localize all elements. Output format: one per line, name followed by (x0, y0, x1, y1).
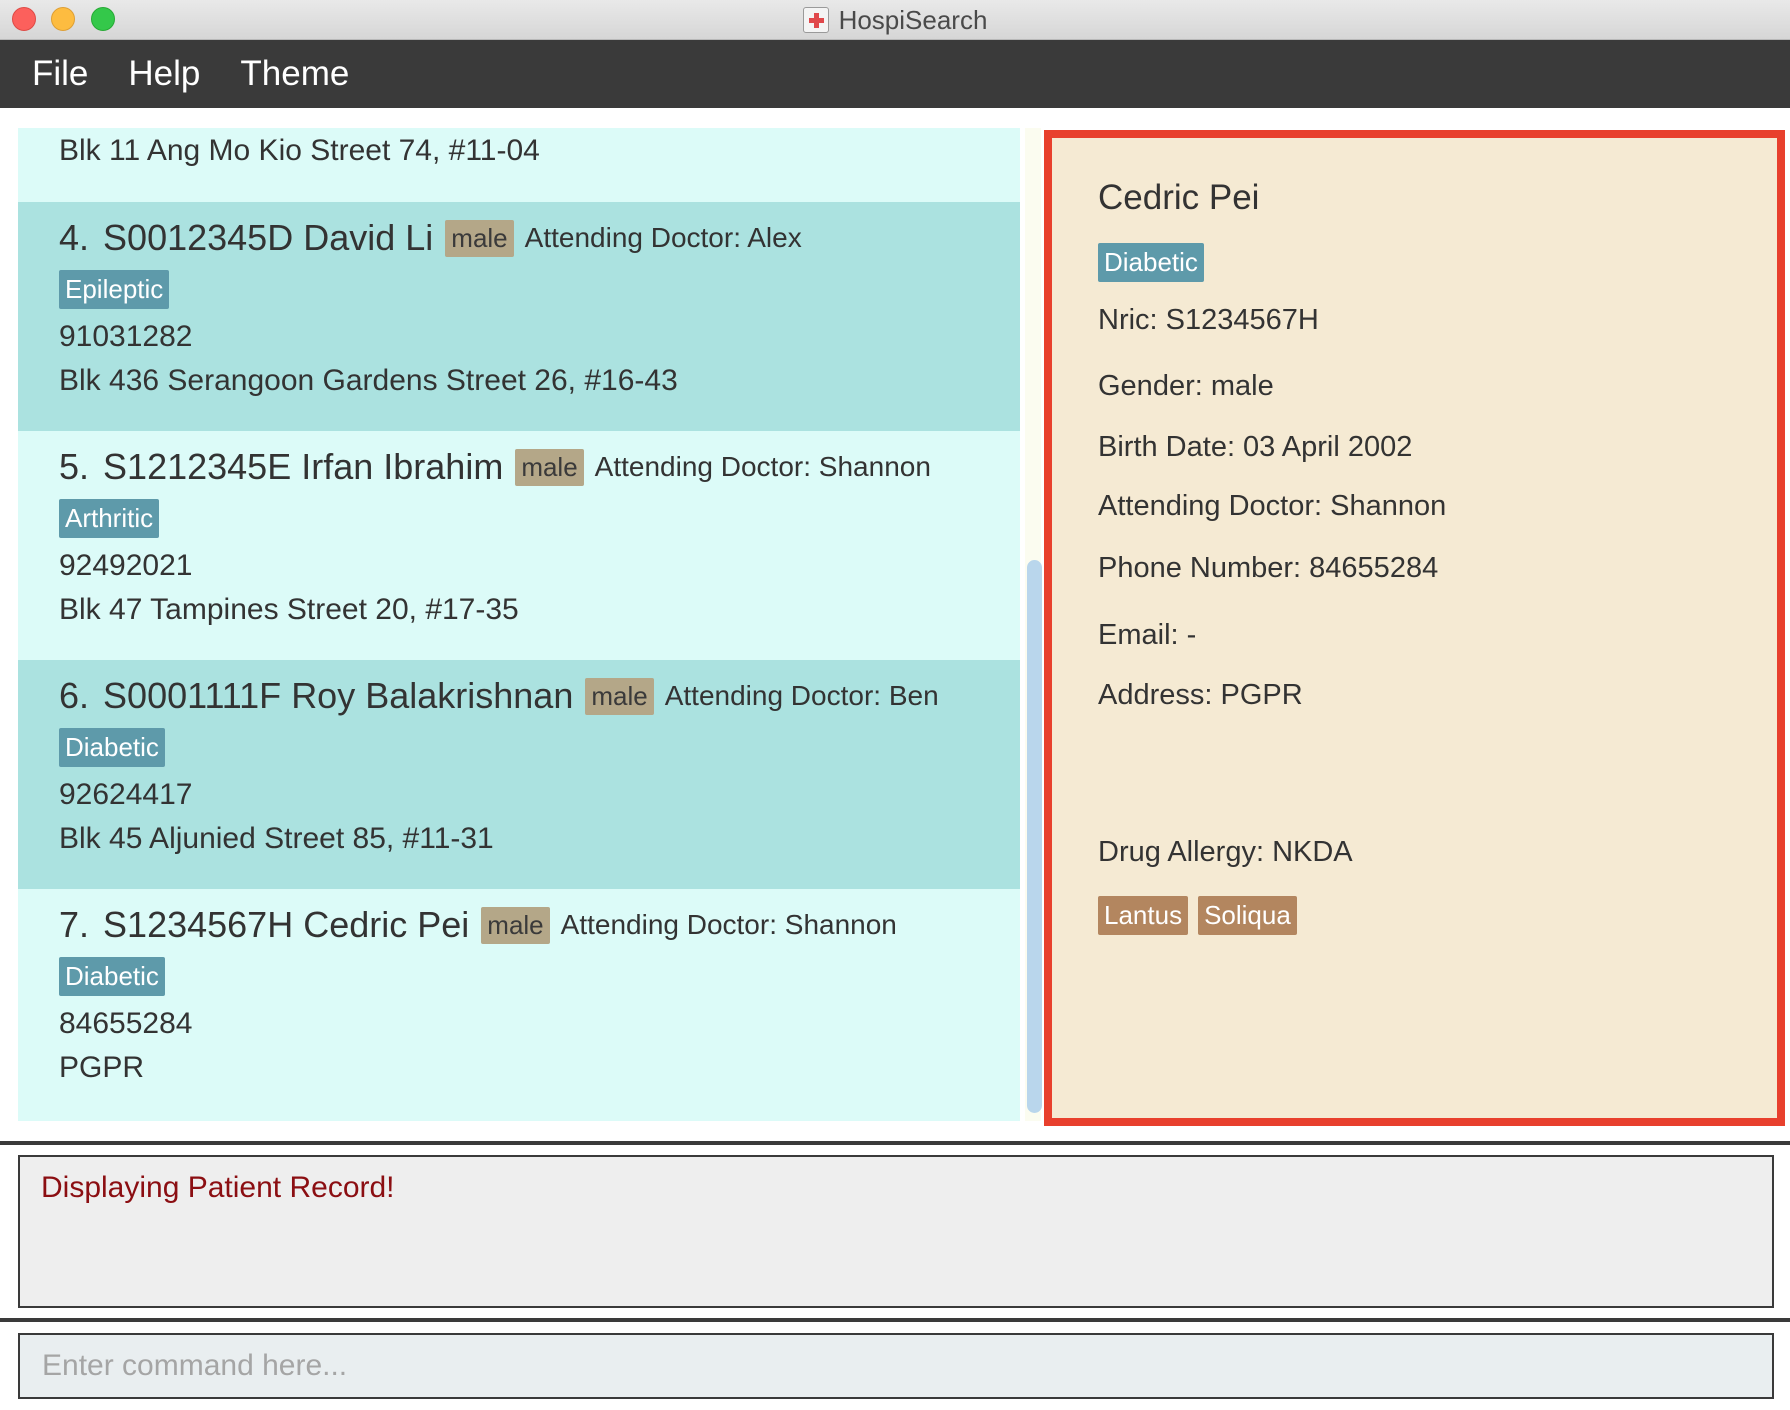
attending-doctor: Attending Doctor: Shannon (594, 451, 931, 482)
medicine-tag: Soliqua (1198, 896, 1297, 935)
window-title-group: HospiSearch (0, 0, 1790, 40)
detail-condition-tag: Diabetic (1098, 243, 1204, 282)
patient-header-row: 6. S0001111F Roy Balakrishnan male Attend… (59, 670, 939, 722)
detail-birth-date: Birth Date: 03 April 2002 (1098, 431, 1413, 463)
detail-name: Cedric Pei (1098, 178, 1260, 217)
medicine-tag: Lantus (1098, 896, 1189, 935)
hospital-app-icon (802, 7, 829, 33)
detail-phone: Phone Number: 84655284 (1098, 552, 1439, 584)
patient-title: 4. S0012345D David Li (59, 217, 434, 258)
detail-drug-allergy: Drug Allergy: NKDA (1098, 836, 1353, 868)
detail-medicine-tags: Lantus Soliqua (1098, 896, 1307, 935)
patient-address: Blk 45 Aljunied Street 85, #11-31 (59, 822, 494, 855)
condition-tag: Arthritic (59, 499, 160, 538)
patient-title: 7. S1234567H Cedric Pei (59, 904, 470, 945)
patient-title: 6. S0001111F Roy Balakrishnan (59, 675, 574, 716)
result-display: Displaying Patient Record! (18, 1155, 1774, 1308)
condition-tag: Diabetic (59, 957, 165, 996)
patient-card-partial[interactable]: Blk 11 Ang Mo Kio Street 74, #11-04 (18, 128, 1020, 202)
divider-line (0, 1141, 1790, 1145)
patient-phone: 84655284 (59, 1007, 193, 1040)
gender-tag: male (515, 448, 584, 486)
gender-tag: male (445, 219, 514, 257)
window-title: HospiSearch (838, 4, 988, 35)
detail-email: Email: - (1098, 619, 1197, 651)
list-scrollbar-thumb[interactable] (1027, 560, 1042, 1113)
menu-theme[interactable]: Theme (240, 54, 349, 94)
patient-address: Blk 436 Serangoon Gardens Street 26, #16… (59, 364, 678, 397)
detail-nric: Nric: S1234567H (1098, 304, 1319, 336)
detail-gender: Gender: male (1098, 370, 1274, 402)
patient-address: Blk 47 Tampines Street 20, #17-35 (59, 593, 519, 626)
command-input[interactable] (18, 1333, 1774, 1399)
patient-header-row: 4. S0012345D David Li male Attending Doct… (59, 212, 802, 264)
patient-phone: 91031282 (59, 320, 193, 353)
divider-line (0, 1318, 1790, 1322)
menu-file[interactable]: File (32, 54, 88, 94)
patient-header-row: 7. S1234567H Cedric Pei male Attending Do… (59, 899, 897, 951)
attending-doctor: Attending Doctor: Alex (524, 222, 802, 253)
patient-address: Blk 11 Ang Mo Kio Street 74, #11-04 (59, 134, 540, 167)
title-bar: HospiSearch (0, 0, 1790, 40)
patient-card-5[interactable]: 5. S1212345E Irfan Ibrahim male Attending… (18, 431, 1020, 660)
patient-title: 5. S1212345E Irfan Ibrahim (59, 446, 504, 487)
patient-detail-panel: Cedric Pei Diabetic Nric: S1234567H Gend… (1044, 130, 1785, 1126)
patient-phone: 92492021 (59, 549, 193, 582)
patient-list[interactable]: Blk 11 Ang Mo Kio Street 74, #11-04 4. S0… (18, 128, 1020, 1121)
result-message: Displaying Patient Record! (41, 1171, 395, 1204)
attending-doctor: Attending Doctor: Shannon (560, 909, 897, 940)
gender-tag: male (585, 677, 654, 715)
condition-tag: Diabetic (59, 728, 165, 767)
gender-tag: male (481, 906, 550, 944)
patient-phone: 92624417 (59, 778, 193, 811)
patient-address: PGPR (59, 1051, 145, 1084)
menu-bar: File Help Theme (0, 40, 1790, 108)
patient-card-6[interactable]: 6. S0001111F Roy Balakrishnan male Attend… (18, 660, 1020, 889)
menu-help[interactable]: Help (128, 54, 200, 94)
patient-header-row: 5. S1212345E Irfan Ibrahim male Attending… (59, 441, 931, 493)
detail-address: Address: PGPR (1098, 679, 1303, 711)
detail-attending-doctor: Attending Doctor: Shannon (1098, 490, 1447, 522)
attending-doctor: Attending Doctor: Ben (664, 680, 939, 711)
patient-card-4[interactable]: 4. S0012345D David Li male Attending Doct… (18, 202, 1020, 431)
patient-card-7[interactable]: 7. S1234567H Cedric Pei male Attending Do… (18, 889, 1020, 1121)
condition-tag: Epileptic (59, 270, 170, 309)
